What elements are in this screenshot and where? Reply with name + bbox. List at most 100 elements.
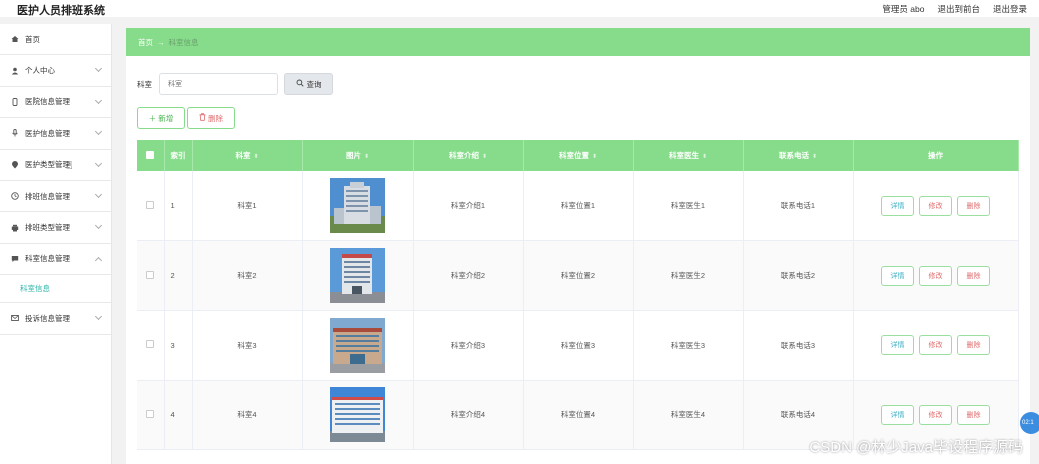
sidebar-item-label: 医护信息管理 (25, 128, 70, 138)
main-content: 首页 → 科室信息 科室 查询 ＋ 新增 删除 索引 科室⬍ (126, 28, 1030, 464)
chevron-down-icon (94, 190, 103, 198)
edit-button[interactable]: 修改 (919, 404, 952, 425)
row-image-cell (302, 240, 414, 311)
batch-delete-button[interactable]: 删除 (187, 107, 235, 129)
sidebar-item-personal-center[interactable]: 个人中心 (0, 55, 111, 87)
sidebar: 首页 个人中心 医院信息管理 医护信息管理 医护类型管理 排班信息管理 排班类型… (0, 24, 112, 464)
home-icon (11, 35, 19, 43)
chat-icon (11, 255, 19, 263)
row-actions: 详情 修改 删除 (853, 310, 1019, 381)
row-phone: 联系电话2 (743, 240, 854, 311)
table-row: 3 科室3 科室介绍3 科室位置3 科室医生3 联系电话3 详情 修改 删除 (137, 310, 1019, 381)
row-actions: 详情 修改 删除 (853, 240, 1019, 311)
delete-button[interactable]: 删除 (957, 404, 990, 425)
header-label: 科室 (235, 151, 251, 160)
table-row: 2 科室2 科室介绍2 科室位置2 科室医生2 联系电话2 详情 修改 删除 (137, 240, 1019, 311)
detail-button[interactable]: 详情 (881, 195, 914, 216)
chevron-up-icon (94, 256, 103, 264)
logout-link[interactable]: 退出登录 (993, 3, 1027, 15)
header-label: 科室介绍 (448, 151, 479, 160)
detail-button[interactable]: 详情 (881, 265, 914, 286)
sidebar-item-medical-staff[interactable]: 医护信息管理 (0, 118, 111, 150)
row-checkbox[interactable] (146, 409, 155, 418)
row-doctor: 科室医生4 (633, 380, 744, 451)
search-label: 科室 (137, 79, 152, 89)
row-checkbox[interactable] (146, 200, 155, 209)
floating-timer-badge[interactable]: 02:1 (1020, 412, 1039, 434)
sidebar-item-hospital-info[interactable]: 医院信息管理 (0, 87, 111, 119)
department-photo[interactable] (330, 387, 385, 443)
table-row: 1 科室1 科室介绍1 科室位置1 科室医生1 联系电话1 详情 修改 删除 (137, 171, 1019, 242)
department-photo[interactable] (330, 178, 385, 234)
sort-icon[interactable]: ⬍ (702, 154, 707, 160)
printer-icon (11, 224, 19, 232)
detail-button[interactable]: 详情 (881, 404, 914, 425)
edit-button[interactable]: 修改 (919, 335, 952, 356)
row-index: 3 (164, 310, 193, 381)
search-button-label: 查询 (306, 79, 322, 89)
go-front-link[interactable]: 退出到前台 (937, 3, 980, 15)
sort-icon[interactable]: ⬍ (592, 154, 597, 160)
row-select-cell[interactable] (137, 171, 165, 242)
search-button[interactable]: 查询 (284, 73, 333, 95)
edit-button[interactable]: 修改 (919, 195, 952, 216)
chevron-down-icon (94, 128, 103, 136)
header-doctor[interactable]: 科室医生 ⬍ (633, 140, 744, 171)
header-dept[interactable]: 科室 ⬍ (192, 140, 303, 171)
admin-user-label[interactable]: 管理员 abo (882, 3, 924, 15)
sidebar-item-complaint-info[interactable]: 投诉信息管理 (0, 303, 111, 335)
department-photo[interactable] (330, 317, 385, 373)
header-phone[interactable]: 联系电话 ⬍ (743, 140, 854, 171)
sidebar-item-schedule-info[interactable]: 排班信息管理 (0, 181, 111, 213)
row-checkbox[interactable] (146, 340, 155, 349)
sort-icon[interactable]: ⬍ (812, 154, 817, 160)
row-image-cell (302, 380, 414, 451)
table-header-row: 索引 科室 ⬍ 图片 ⬍ 科室介绍 ⬍ 科室位置 ⬍ 科室医生 ⬍ 联系电话 ⬍ 操作 (137, 140, 1019, 171)
sidebar-item-department-info[interactable]: 科室信息管理 (0, 244, 111, 276)
add-button[interactable]: ＋ 新增 (137, 107, 185, 129)
row-phone: 联系电话3 (743, 310, 854, 381)
header-image[interactable]: 图片 ⬍ (302, 140, 414, 171)
detail-button[interactable]: 详情 (881, 335, 914, 356)
chevron-down-icon (94, 159, 103, 167)
header-label: 科室医生 (668, 151, 699, 160)
submenu-item-department[interactable]: 科室信息 (0, 275, 111, 304)
action-buttons: ＋ 新增 删除 (137, 107, 235, 129)
user-icon (11, 67, 19, 75)
search-input[interactable] (159, 73, 278, 95)
edit-button[interactable]: 修改 (919, 265, 952, 286)
sidebar-item-staff-type[interactable]: 医护类型管理 (0, 150, 111, 181)
row-location: 科室位置2 (523, 240, 634, 311)
sidebar-item-home[interactable]: 首页 (0, 24, 111, 56)
delete-button[interactable]: 删除 (957, 265, 990, 286)
watermark: CSDN @林少Java毕设程序源码 (809, 439, 1023, 456)
sidebar-item-schedule-type[interactable]: 排班类型管理 (0, 212, 111, 244)
row-location: 科室位置4 (523, 380, 634, 451)
row-select-cell[interactable] (137, 310, 165, 381)
sidebar-item-label: 医护类型管理 (25, 160, 70, 170)
sidebar-item-label: 医院信息管理 (25, 97, 70, 107)
sort-icon[interactable]: ⬍ (364, 154, 369, 160)
row-doctor: 科室医生2 (633, 240, 744, 311)
header-label: 图片 (345, 151, 361, 160)
row-checkbox[interactable] (146, 270, 155, 279)
row-phone: 联系电话1 (743, 171, 854, 242)
sort-icon[interactable]: ⬍ (253, 154, 258, 160)
department-photo[interactable] (330, 248, 385, 304)
header-location[interactable]: 科室位置 ⬍ (523, 140, 634, 171)
chevron-down-icon (94, 65, 103, 73)
delete-button[interactable]: 删除 (957, 195, 990, 216)
row-index: 2 (164, 240, 193, 311)
select-all-cell[interactable] (137, 140, 165, 171)
delete-button[interactable]: 删除 (957, 335, 990, 356)
row-select-cell[interactable] (137, 380, 165, 451)
select-all-checkbox[interactable] (146, 150, 155, 159)
trash-icon (199, 113, 206, 123)
row-intro: 科室介绍2 (413, 240, 524, 311)
header-label: 科室位置 (558, 151, 589, 160)
sort-icon[interactable]: ⬍ (482, 154, 487, 160)
row-select-cell[interactable] (137, 240, 165, 311)
header-intro[interactable]: 科室介绍 ⬍ (413, 140, 524, 171)
sidebar-item-label: 投诉信息管理 (25, 313, 70, 323)
breadcrumb-home[interactable]: 首页 (138, 37, 153, 48)
